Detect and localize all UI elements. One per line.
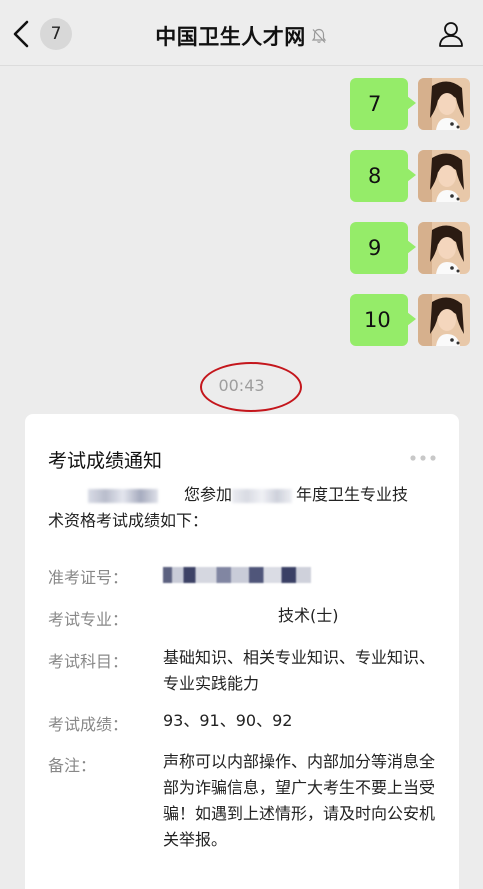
avatar[interactable] <box>418 78 470 130</box>
message-text: 8 <box>368 164 382 188</box>
redacted-ticket-number <box>163 566 311 583</box>
redacted-name <box>88 488 158 503</box>
message-row: 9 <box>350 222 470 274</box>
card-title: 考试成绩通知 <box>48 450 163 472</box>
scores-label: 考试成绩： <box>48 715 129 734</box>
ticket-number-label: 准考证号： <box>48 568 129 587</box>
message-row: 10 <box>350 294 470 346</box>
message-bubble[interactable]: 10 <box>350 294 416 346</box>
title-wrap: 中国卫生人才网 <box>0 21 483 51</box>
message-row: 7 <box>350 78 470 130</box>
annotation-circle <box>200 362 302 412</box>
message-text: 9 <box>368 236 382 260</box>
intro-text-part2: 年度卫生专业技 <box>296 485 409 504</box>
avatar[interactable] <box>418 294 470 346</box>
avatar[interactable] <box>418 150 470 202</box>
more-dots-icon[interactable] <box>409 454 437 462</box>
major-value: 技术(士) <box>278 606 339 625</box>
avatar-photo <box>418 222 470 274</box>
avatar-photo <box>418 294 470 346</box>
message-text: 10 <box>364 308 391 332</box>
message-bubble[interactable]: 8 <box>350 150 416 202</box>
notification-card[interactable]: 考试成绩通知 您参加 年度卫生专业技 术资格考试成绩如下： 准考证号： 考试专业：… <box>25 414 459 889</box>
ticket-number-value <box>163 561 438 587</box>
subjects-label: 考试科目： <box>48 652 129 671</box>
major-label: 考试专业： <box>48 610 129 629</box>
top-bar: 7 中国卫生人才网 <box>0 0 483 66</box>
subjects-value: 基础知识、相关专业知识、专业知识、专业实践能力 <box>163 648 436 693</box>
redacted-year <box>232 488 293 503</box>
scores-value: 93、91、90、92 <box>163 711 293 730</box>
card-intro: 您参加 年度卫生专业技 术资格考试成绩如下： <box>48 482 443 534</box>
note-label: 备注： <box>48 756 97 775</box>
message-text: 7 <box>368 92 382 116</box>
avatar-photo <box>418 78 470 130</box>
profile-icon[interactable] <box>437 20 465 48</box>
message-row: 8 <box>350 150 470 202</box>
intro-text-line2: 术资格考试成绩如下： <box>48 511 209 530</box>
note-value: 声称可以内部操作、内部加分等消息全部为诈骗信息，望广大考生不要上当受骗！如遇到上… <box>163 752 436 849</box>
message-bubble[interactable]: 9 <box>350 222 416 274</box>
message-bubble[interactable]: 7 <box>350 78 416 130</box>
page-title: 中国卫生人才网 <box>155 25 306 49</box>
avatar[interactable] <box>418 222 470 274</box>
avatar-photo <box>418 150 470 202</box>
intro-text-part1: 您参加 <box>184 485 233 504</box>
mute-bell-icon <box>311 28 326 43</box>
